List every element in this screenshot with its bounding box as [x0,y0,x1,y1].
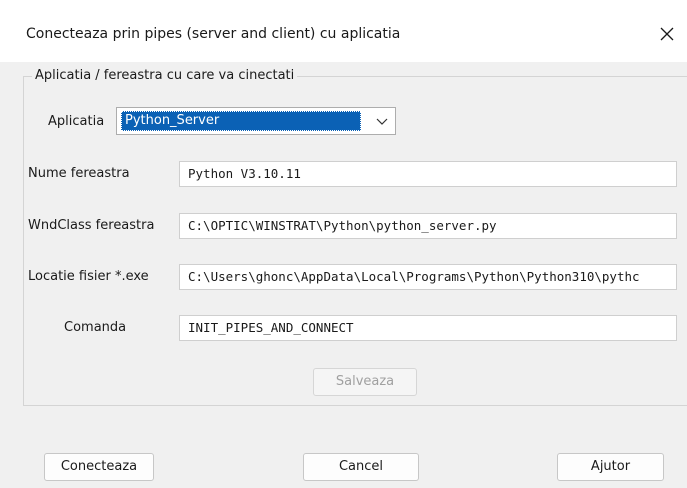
dialog-body: Aplicatia / fereastra cu care va cinecta… [0,62,687,488]
wndclass-label: WndClass fereastra [28,218,155,233]
aplicatia-selected-value: Python_Server [121,111,361,131]
locatie-field[interactable]: C:\Users\ghonc\AppData\Local\Programs\Py… [179,264,677,290]
cancel-button[interactable]: Cancel [303,453,419,481]
aplicatia-label: Aplicatia [48,114,105,129]
aplicatia-dropdown[interactable]: Python_Server [116,107,396,135]
save-button[interactable]: Salveaza [313,368,417,396]
close-icon [660,27,674,41]
help-button[interactable]: Ajutor [557,453,664,481]
nume-fereastra-label: Nume fereastra [28,166,130,181]
chevron-down-icon [376,118,388,125]
wndclass-field[interactable]: C:\OPTIC\WINSTRAT\Python\python_server.p… [179,213,677,239]
locatie-label: Locatie fisier *.exe [28,269,149,284]
comanda-field[interactable]: INIT_PIPES_AND_CONNECT [179,315,677,341]
window-title: Conecteaza prin pipes (server and client… [26,26,401,42]
comanda-label: Comanda [64,320,127,335]
nume-fereastra-field[interactable]: Python V3.10.11 [179,161,677,187]
title-bar: Conecteaza prin pipes (server and client… [0,0,687,62]
connect-button[interactable]: Conecteaza [44,453,154,481]
group-legend: Aplicatia / fereastra cu care va cinecta… [32,68,298,83]
close-button[interactable] [647,14,687,54]
